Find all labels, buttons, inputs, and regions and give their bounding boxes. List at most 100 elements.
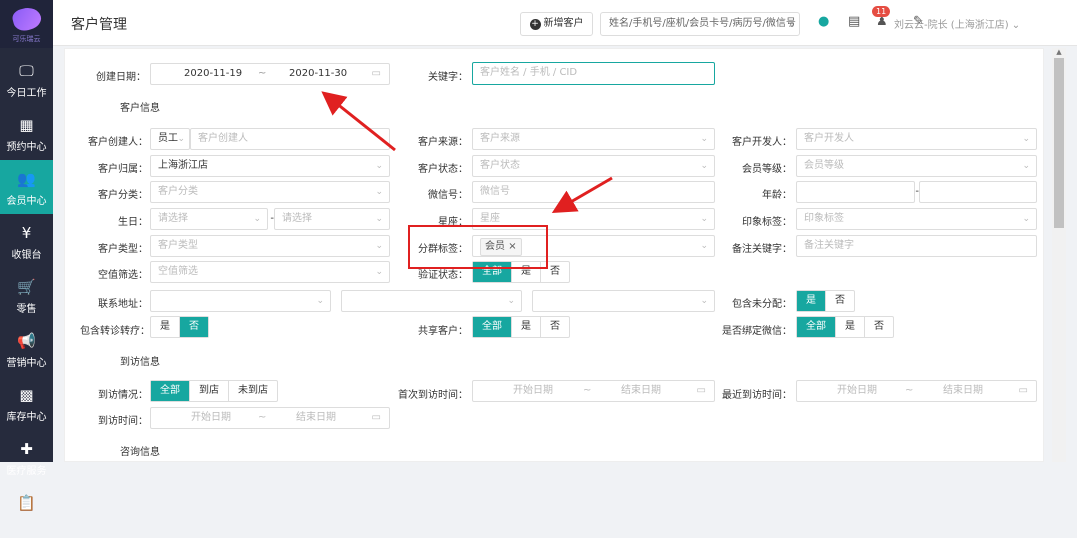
source-placeholder: 客户来源 <box>480 133 520 144</box>
address-district-select[interactable]: ⌄ <box>532 290 715 312</box>
last-visit-range[interactable]: 开始日期 ~ 结束日期 ▭ <box>796 380 1037 402</box>
visit-arrived[interactable]: 到店 <box>189 381 228 401</box>
chevron-down-icon: ⌄ <box>700 296 708 306</box>
chevron-down-icon: ⌄ <box>1022 134 1030 144</box>
user-menu[interactable]: 刘云云-院长 (上海浙江店) ⌄ <box>894 16 1020 31</box>
visit-all[interactable]: 全部 <box>151 381 189 401</box>
age-min-input[interactable] <box>796 181 915 203</box>
create-date-to: 2020-11-30 <box>289 68 348 79</box>
calendar-icon: ▭ <box>371 68 381 79</box>
developer-select[interactable]: 客户开发人 ⌄ <box>796 128 1037 150</box>
page-title: 客户管理 <box>71 17 127 33</box>
shared-no[interactable]: 否 <box>540 317 569 337</box>
visit-not-arrived[interactable]: 未到店 <box>228 381 277 401</box>
create-date-range[interactable]: 2020-11-19 ~ 2020-11-30 ▭ <box>150 63 390 85</box>
sidebar-item-4[interactable]: 🛒 零售 <box>0 268 53 322</box>
sidebar: 可乐瑞云 🖵 今日工作 ▦ 预约中心 👥 会员中心 ¥ 收银台 🛒 零售 📢 营销中心 ▩ 库存中心 ✚ 医疗… <box>0 0 53 512</box>
wechat-label: 微信号： <box>428 190 468 201</box>
bindwx-all[interactable]: 全部 <box>797 317 835 337</box>
wechat-placeholder: 微信号 <box>480 186 510 197</box>
user-name: 刘云云-院长 (上海浙江店) <box>894 20 1009 31</box>
referral-toggle[interactable]: 是否 <box>150 316 209 338</box>
unassigned-toggle[interactable]: 是否 <box>796 290 855 312</box>
belong-label: 客户归属： <box>98 164 148 175</box>
impression-label: 印象标签： <box>742 217 792 228</box>
sidebar-item-0[interactable]: 🖵 今日工作 <box>0 52 53 106</box>
type-select[interactable]: 客户类型 ⌄ <box>150 235 390 257</box>
users-icon: 👥 <box>17 170 36 188</box>
keyword-input[interactable]: 客户姓名 / 手机 / CID <box>472 62 715 85</box>
visit-status-toggle[interactable]: 全部 到店 未到店 <box>150 380 278 402</box>
developer-label: 客户开发人： <box>732 137 792 148</box>
sidebar-item-6[interactable]: ▩ 库存中心 <box>0 376 53 430</box>
shared-toggle[interactable]: 全部是否 <box>472 316 570 338</box>
address-province-select[interactable]: ⌄ <box>150 290 331 312</box>
birthday-from-select[interactable]: 请选择 ⌄ <box>150 208 268 230</box>
member-level-placeholder: 会员等级 <box>804 160 844 171</box>
belong-select[interactable]: 上海浙江店 ⌄ <box>150 155 390 177</box>
wechat-icon[interactable]: ● <box>818 14 829 29</box>
unassigned-label: 包含未分配： <box>732 299 792 310</box>
sidebar-item-3[interactable]: ¥ 收银台 <box>0 214 53 268</box>
sidebar-item-1[interactable]: ▦ 预约中心 <box>0 106 53 160</box>
creator-type-value: 员工 <box>158 133 178 144</box>
wechat-input[interactable]: 微信号 <box>472 181 715 203</box>
source-label: 客户来源： <box>418 137 468 148</box>
unassigned-yes[interactable]: 是 <box>797 291 825 311</box>
address-label: 联系地址： <box>98 299 148 310</box>
nullvalue-select[interactable]: 空值筛选 ⌄ <box>150 261 390 283</box>
referral-no[interactable]: 否 <box>179 317 208 337</box>
sidebar-item-label: 营销中心 <box>6 358 47 369</box>
remark-label: 备注关键字： <box>732 244 792 255</box>
chevron-down-icon: ⌄ <box>507 296 515 306</box>
member-level-select[interactable]: 会员等级 ⌄ <box>796 155 1037 177</box>
last-visit-start: 开始日期 <box>837 385 877 396</box>
sidebar-item-5[interactable]: 📢 营销中心 <box>0 322 53 376</box>
notes-icon[interactable]: ▤ <box>848 14 860 29</box>
remark-input[interactable]: 备注关键字 <box>796 235 1037 257</box>
sidebar-item-label: 会员中心 <box>6 196 47 207</box>
referral-yes[interactable]: 是 <box>151 317 179 337</box>
unassigned-no[interactable]: 否 <box>825 291 854 311</box>
scroll-up-arrow[interactable]: ▲ <box>1052 48 1066 58</box>
chevron-down-icon: ⌄ <box>700 214 708 224</box>
bindwx-yes[interactable]: 是 <box>835 317 864 337</box>
search-input[interactable]: 姓名/手机号/座机/会员卡号/病历号/微信号 ⌕ <box>600 12 800 36</box>
type-placeholder: 客户类型 <box>158 240 198 251</box>
visit-time-start: 开始日期 <box>191 412 231 423</box>
status-label: 客户状态： <box>418 164 468 175</box>
chevron-down-icon: ⌄ <box>375 267 383 277</box>
source-select[interactable]: 客户来源 ⌄ <box>472 128 715 150</box>
sidebar-item-8[interactable]: 📋 <box>0 484 53 538</box>
first-visit-range[interactable]: 开始日期 ~ 结束日期 ▭ <box>472 380 715 402</box>
bindwx-label: 是否绑定微信： <box>722 326 792 337</box>
creator-type-select[interactable]: 员工 ⌄ <box>150 128 190 150</box>
belong-value: 上海浙江店 <box>158 160 208 171</box>
birthday-to-select[interactable]: 请选择 ⌄ <box>274 208 390 230</box>
visit-time-range[interactable]: 开始日期 ~ 结束日期 ▭ <box>150 407 390 429</box>
sidebar-item-2[interactable]: 👥 会员中心 <box>0 160 53 214</box>
bindwx-toggle[interactable]: 全部是否 <box>796 316 894 338</box>
birthday-from-placeholder: 请选择 <box>158 213 188 224</box>
visit-status-label: 到访情况： <box>98 390 148 401</box>
creator-input[interactable]: 客户创建人 <box>190 128 390 150</box>
bindwx-no[interactable]: 否 <box>864 317 893 337</box>
sidebar-item-label: 库存中心 <box>6 412 47 423</box>
section-consult-info: 咨询信息 <box>120 447 160 458</box>
shared-all[interactable]: 全部 <box>473 317 511 337</box>
address-city-select[interactable]: ⌄ <box>341 290 522 312</box>
calendar-icon: ▭ <box>1018 385 1028 396</box>
status-select[interactable]: 客户状态 ⌄ <box>472 155 715 177</box>
sidebar-item-7[interactable]: ✚ 医疗服务 <box>0 430 53 484</box>
search-icon[interactable]: ⌕ <box>789 13 795 35</box>
shared-yes[interactable]: 是 <box>511 317 540 337</box>
birthday-to-placeholder: 请选择 <box>282 213 312 224</box>
age-max-input[interactable] <box>919 181 1037 203</box>
section-customer-info: 客户信息 <box>120 103 160 114</box>
new-customer-button[interactable]: + 新增客户 <box>520 12 593 36</box>
scrollbar-thumb[interactable] <box>1054 58 1064 228</box>
create-date-label: 创建日期： <box>96 72 146 83</box>
creator-label: 客户创建人： <box>88 137 148 148</box>
category-select[interactable]: 客户分类 ⌄ <box>150 181 390 203</box>
impression-select[interactable]: 印象标签 ⌄ <box>796 208 1037 230</box>
